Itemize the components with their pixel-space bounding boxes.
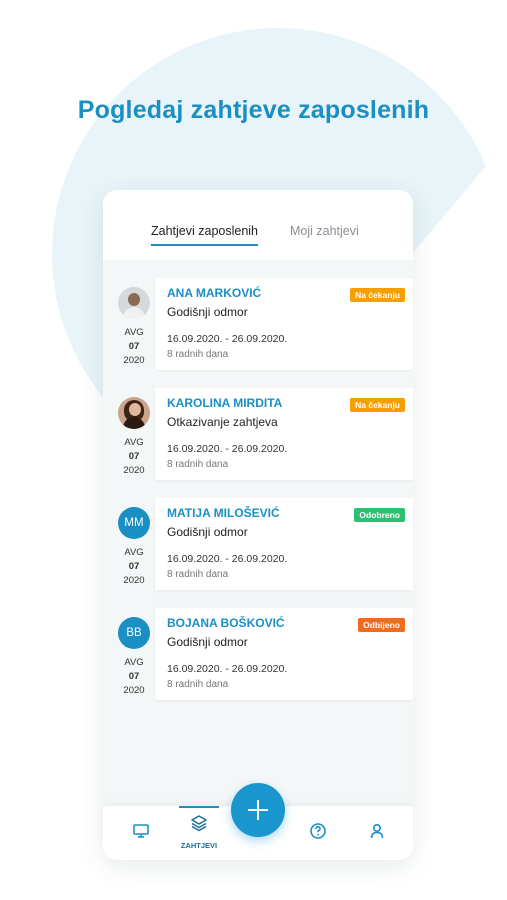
working-days: 8 radnih dana: [167, 679, 229, 690]
date-range: 16.09.2020. - 26.09.2020.: [167, 443, 288, 455]
date-range: 16.09.2020. - 26.09.2020.: [167, 553, 288, 565]
layers-icon: [191, 815, 207, 832]
status-badge: Na čekanju: [350, 288, 405, 302]
working-days: 8 radnih dana: [167, 569, 229, 580]
working-days: 8 radnih dana: [167, 459, 229, 470]
help-circle-icon: [310, 823, 326, 839]
initials-avatar: BB: [118, 617, 150, 649]
add-request-button[interactable]: [231, 783, 285, 837]
working-days: 8 radnih dana: [167, 349, 229, 360]
request-card[interactable]: KAROLINA MIRDITA Otkazivanje zahtjeva Na…: [155, 388, 413, 480]
request-type: Godišnji odmor: [167, 305, 248, 319]
request-card[interactable]: MATIJA MILOŠEVIĆ Godišnji odmor Odobreno…: [155, 498, 413, 590]
status-badge: Na čekanju: [350, 398, 405, 412]
request-card[interactable]: BOJANA BOŠKOVIĆ Godišnji odmor Odbijeno …: [155, 608, 413, 700]
employee-name: BOJANA BOŠKOVIĆ: [167, 616, 285, 630]
request-list: AVG 07 2020 ANA MARKOVIĆ Godišnji odmor …: [103, 260, 413, 820]
nav-help[interactable]: [298, 806, 338, 860]
tab-employee-requests[interactable]: Zahtjevi zaposlenih: [151, 224, 259, 246]
phone-screen: Zahtjevi zaposlenih Moji zahtjevi AVG 07…: [103, 190, 413, 860]
nav-dashboard[interactable]: [121, 806, 161, 860]
nav-requests-label: ZAHTJEVI: [180, 841, 218, 850]
tab-bar: Zahtjevi zaposlenih Moji zahtjevi: [103, 224, 413, 248]
request-row[interactable]: AVG 07 2020 ANA MARKOVIĆ Godišnji odmor …: [103, 278, 413, 374]
nav-profile[interactable]: [357, 806, 397, 860]
request-date: AVG 07 2020: [123, 657, 145, 696]
nav-requests[interactable]: ZAHTJEVI: [179, 806, 219, 860]
employee-name: MATIJA MILOŠEVIĆ: [167, 506, 280, 520]
request-date: AVG 07 2020: [123, 547, 145, 586]
request-date: AVG 07 2020: [123, 437, 145, 476]
request-row[interactable]: BB AVG 07 2020 BOJANA BOŠKOVIĆ Godišnji …: [103, 608, 413, 704]
female-photo-avatar: [118, 287, 150, 319]
status-badge: Odobreno: [354, 508, 405, 522]
request-row[interactable]: AVG 07 2020 KAROLINA MIRDITA Otkazivanje…: [103, 388, 413, 484]
request-type: Otkazivanje zahtjeva: [167, 415, 278, 429]
page-headline: Pogledaj zahtjeve zaposlenih: [77, 96, 430, 124]
request-card[interactable]: ANA MARKOVIĆ Godišnji odmor Na čekanju 1…: [155, 278, 413, 370]
date-range: 16.09.2020. - 26.09.2020.: [167, 333, 288, 345]
employee-name: ANA MARKOVIĆ: [167, 286, 262, 300]
female-photo-avatar: [118, 397, 150, 429]
initials-avatar: MM: [118, 507, 150, 539]
employee-name: KAROLINA MIRDITA: [167, 396, 283, 410]
date-range: 16.09.2020. - 26.09.2020.: [167, 663, 288, 675]
status-badge: Odbijeno: [358, 618, 405, 632]
request-date: AVG 07 2020: [123, 327, 145, 366]
tab-my-requests[interactable]: Moji zahtjevi: [290, 224, 359, 244]
user-icon: [370, 823, 384, 839]
monitor-icon: [133, 824, 149, 838]
request-type: Godišnji odmor: [167, 635, 248, 649]
request-type: Godišnji odmor: [167, 525, 248, 539]
request-row[interactable]: MM AVG 07 2020 MATIJA MILOŠEVIĆ Godišnji…: [103, 498, 413, 594]
